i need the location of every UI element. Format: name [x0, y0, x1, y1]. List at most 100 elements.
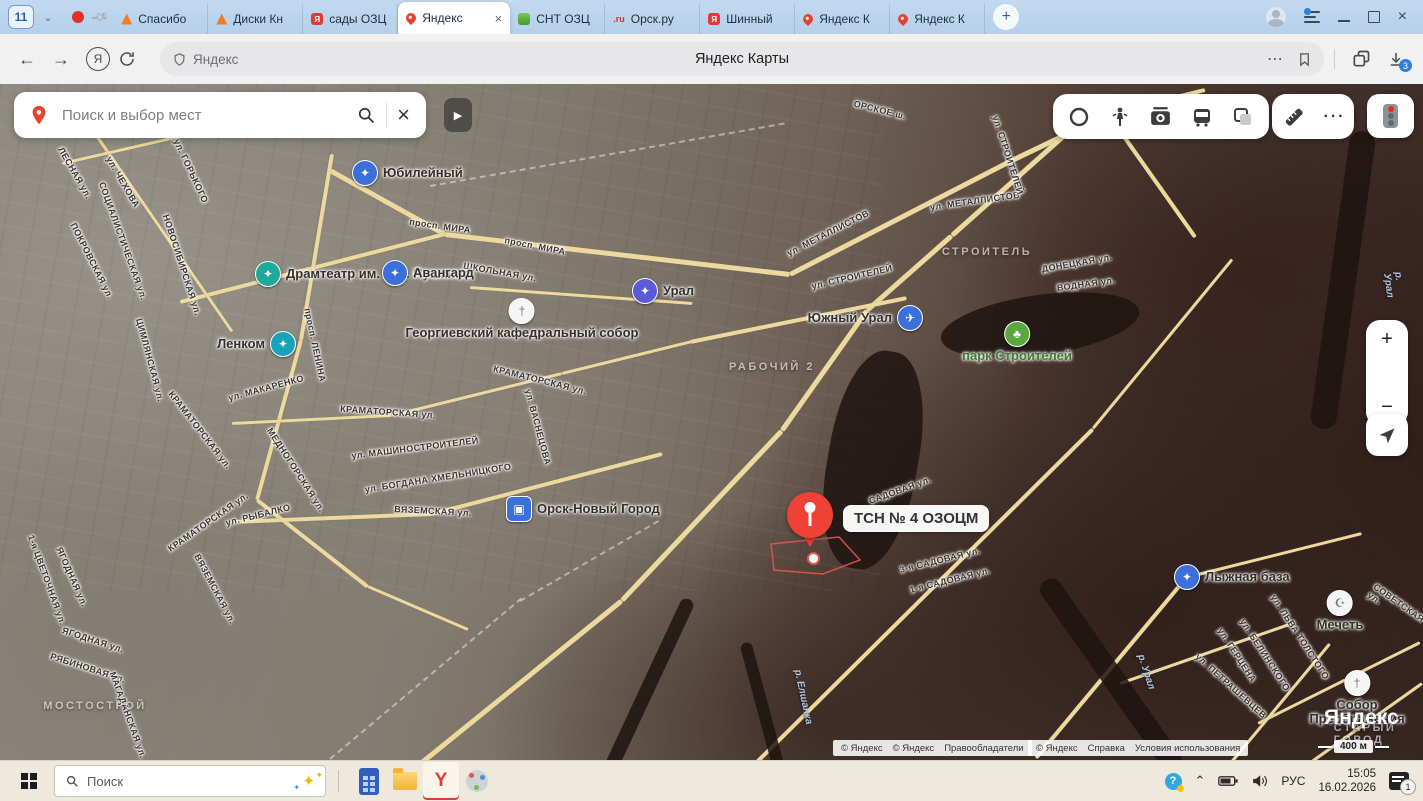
pedestrian-icon[interactable]: [1108, 105, 1132, 129]
browser-tab-2[interactable]: Ясады ОЗЦ: [303, 4, 398, 34]
pinned-tab-icon[interactable]: 📌︎: [89, 7, 110, 27]
place-label[interactable]: ♣парк Строителей: [962, 321, 1072, 363]
taskbar-app-calculator[interactable]: [351, 762, 387, 800]
window-restore-button[interactable]: [1368, 11, 1380, 23]
taskbar-search-placeholder: Поиск: [87, 774, 294, 789]
search-clear-button[interactable]: ×: [397, 105, 410, 125]
new-tab-button[interactable]: +: [993, 4, 1019, 30]
geolocation-button[interactable]: [1366, 414, 1408, 456]
language-indicator[interactable]: РУС: [1281, 774, 1305, 788]
browser-tab-3[interactable]: Яндекс ×: [398, 2, 510, 34]
date: 16.02.2026: [1318, 781, 1376, 795]
battery-icon[interactable]: [1218, 775, 1238, 787]
browser-tab-7[interactable]: Яндекс К: [795, 4, 890, 34]
zoom-in-button[interactable]: +: [1381, 330, 1393, 348]
profile-avatar[interactable]: [1266, 7, 1286, 27]
windows-taskbar: Поиск ✦✦✦ Y ? ⌃ РУС 15:05 16.02.2026 1: [0, 760, 1423, 801]
highlights-sparkle-icon[interactable]: ✦✦✦: [302, 772, 315, 790]
ya-favicon: Я: [311, 13, 323, 25]
browser-menu-icon[interactable]: [1304, 11, 1320, 23]
layers-icon[interactable]: [1231, 105, 1255, 129]
browser-tab-5[interactable]: .ruОрск.ру: [605, 4, 700, 34]
browser-tab-8[interactable]: Яндекс К: [890, 4, 985, 34]
street-label: РЯБИНОВАЯ ул.: [49, 651, 127, 685]
tab-label: Яндекс: [422, 11, 488, 25]
place-label[interactable]: ☪Мечеть: [1317, 590, 1364, 632]
place-label[interactable]: ▣Орск-Новый Город: [506, 496, 660, 522]
photos-icon[interactable]: [1148, 104, 1173, 129]
transport-icon[interactable]: [1190, 105, 1214, 129]
taskbar-search[interactable]: Поиск ✦✦✦: [54, 765, 326, 797]
terms-link[interactable]: Условия использования: [1135, 743, 1240, 754]
address-bar[interactable]: Яндекс Яндекс Карты ⋯: [160, 42, 1324, 76]
collections-icon[interactable]: [1351, 49, 1371, 69]
panorama-icon[interactable]: [1067, 105, 1091, 129]
map-search-bar[interactable]: Поиск и выбор мест ×: [14, 92, 426, 138]
search-input[interactable]: Поиск и выбор мест: [62, 107, 356, 124]
window-close-button[interactable]: ×: [1398, 9, 1407, 25]
place-icon: ✦: [1174, 564, 1200, 590]
district-label: МОСТОСТРОЙ: [43, 700, 146, 712]
plot-center-dot: [807, 552, 820, 565]
place-label[interactable]: Ленком ✦: [217, 331, 296, 357]
forward-button[interactable]: →: [44, 49, 78, 70]
map-layers-toolbar: [1053, 94, 1269, 139]
more-tools-icon[interactable]: ···: [1324, 108, 1346, 126]
window-minimize-button[interactable]: [1338, 20, 1350, 22]
browser-tab-0[interactable]: Спасибо: [113, 4, 208, 34]
marker-label[interactable]: ТСН № 4 ОЗОЦМ: [843, 505, 989, 532]
place-label[interactable]: ✦Юбилейный: [352, 160, 463, 186]
scale-ruler: 400 м: [1318, 740, 1389, 753]
browser-tab-6[interactable]: ЯШинный: [700, 4, 795, 34]
location-arrow-icon: [1377, 425, 1397, 445]
traffic-button[interactable]: [1367, 94, 1414, 138]
browser-tab-strip: 11 ⌄ 📌︎ СпасибоДиски КнЯсады ОЗЦ Яндекс × С…: [0, 0, 1423, 34]
tab-list-chevron-icon[interactable]: ⌄: [38, 11, 58, 24]
tray-chevron-icon[interactable]: ⌃: [1195, 773, 1206, 789]
notification-badge: 1: [1400, 779, 1416, 795]
place-name: Ленком: [217, 337, 265, 351]
yandex-home-button[interactable]: Я: [86, 47, 110, 71]
place-label[interactable]: †Георгиевский кафедральный собор: [406, 298, 639, 340]
browser-tab-1[interactable]: Диски Кн: [208, 4, 303, 34]
clock[interactable]: 15:05 16.02.2026: [1318, 767, 1376, 796]
taskbar-app-explorer[interactable]: [387, 762, 423, 800]
start-button[interactable]: [12, 764, 46, 798]
time: 15:05: [1318, 767, 1376, 781]
tab-close-icon[interactable]: ×: [495, 11, 503, 26]
back-button[interactable]: ←: [10, 49, 44, 70]
downloads-button[interactable]: 3: [1387, 50, 1405, 68]
place-label[interactable]: ✦Авангард: [382, 260, 474, 286]
ruler-icon[interactable]: [1281, 104, 1307, 130]
browser-tab-4[interactable]: СНТ ОЗЦ: [510, 4, 605, 34]
map-canvas[interactable]: просп. МИРАпросп. МИРАШКОЛЬНАЯ ул.ул. МА…: [0, 84, 1423, 760]
copyright-text: © Яндекс: [893, 743, 935, 754]
place-label[interactable]: Южный Урал✈: [808, 305, 923, 331]
place-label[interactable]: ✦Урал: [632, 278, 694, 304]
rightsholders-link[interactable]: Правообладатели: [944, 743, 1023, 754]
taskbar-app-paint[interactable]: [459, 762, 495, 800]
tab-label: СНТ ОЗЦ: [536, 12, 596, 26]
security-shield-icon: [172, 52, 187, 67]
place-icon: ✦: [270, 331, 296, 357]
sidebar-expander-button[interactable]: ▶: [444, 98, 472, 132]
notifications-button[interactable]: 1: [1389, 772, 1409, 790]
refresh-button[interactable]: [118, 50, 152, 68]
place-label[interactable]: ✦Лыжная база: [1174, 564, 1290, 590]
tab-counter[interactable]: 11: [8, 5, 34, 29]
place-icon: †: [1344, 670, 1370, 696]
help-tray-icon[interactable]: ?: [1165, 773, 1182, 790]
river: [739, 641, 792, 760]
volume-icon[interactable]: [1251, 774, 1268, 788]
address-more-icon[interactable]: ⋯: [1267, 49, 1283, 69]
taskbar-app-yandex-browser[interactable]: Y: [423, 762, 459, 800]
map-marker-pin[interactable]: [787, 492, 833, 550]
search-icon[interactable]: [356, 105, 376, 125]
place-icon: ☪: [1327, 590, 1353, 616]
copyright-text: © Яндекс: [1036, 743, 1078, 754]
street-label: ул. БЕЛИНСКОГО: [1238, 617, 1292, 693]
bookmark-icon[interactable]: [1297, 52, 1312, 67]
help-link[interactable]: Справка: [1088, 743, 1125, 754]
place-name: парк Строителей: [962, 349, 1072, 363]
address-text: Яндекс: [193, 52, 238, 67]
